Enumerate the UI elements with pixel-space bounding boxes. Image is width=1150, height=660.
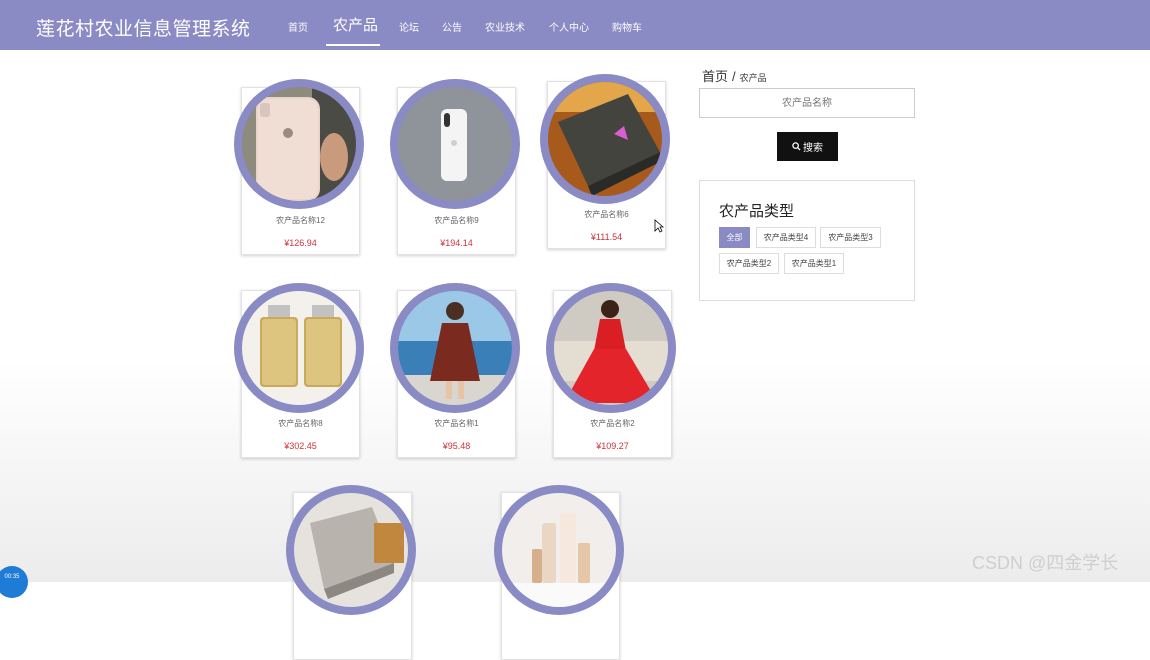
product-image-frame[interactable]	[234, 283, 364, 413]
product-image	[242, 291, 356, 405]
nav-item-announcements[interactable]: 公告	[442, 19, 462, 34]
product-price: ¥111.54	[590, 232, 623, 242]
nav-item-forum[interactable]: 论坛	[399, 19, 419, 34]
nav-item-home[interactable]: 首页	[288, 19, 308, 34]
search-input[interactable]	[699, 88, 915, 118]
product-image-frame[interactable]	[286, 485, 416, 615]
type-tag-all[interactable]: 全部	[719, 227, 750, 248]
product-image	[242, 87, 356, 201]
product-name: 农产品名称1	[434, 419, 479, 428]
product-image-frame[interactable]	[234, 79, 364, 209]
product-image	[294, 493, 408, 607]
product-price: ¥194.14	[440, 238, 473, 248]
watermark: CSDN @四金学长	[972, 553, 1119, 573]
search-button[interactable]: 搜索	[777, 132, 838, 161]
nav-item-cart[interactable]: 购物车	[612, 19, 642, 34]
app-title: 莲花村农业信息管理系统	[36, 19, 251, 40]
product-price: ¥109.27	[596, 441, 629, 451]
breadcrumb-home[interactable]: 首页	[702, 69, 728, 84]
breadcrumb: 首页 / 农产品	[702, 66, 767, 85]
product-price: ¥95.48	[442, 441, 471, 451]
top-nav: 莲花村农业信息管理系统 首页 农产品 论坛 公告 农业技术 个人中心 购物车	[0, 0, 1150, 50]
type-tag-1[interactable]: 农产品类型1	[784, 253, 844, 274]
nav-item-agri-tech[interactable]: 农业技术	[485, 19, 525, 34]
product-image	[398, 291, 512, 405]
nav-active-indicator	[326, 44, 380, 46]
product-name: 农产品名称6	[584, 210, 629, 219]
breadcrumb-current: 农产品	[739, 73, 767, 83]
product-name: 农产品名称12	[276, 216, 325, 225]
product-type-title: 农产品类型	[719, 203, 795, 220]
product-image	[502, 493, 616, 607]
nav-item-profile[interactable]: 个人中心	[549, 19, 589, 34]
recording-timer: 00:35	[0, 566, 28, 598]
product-image	[398, 87, 512, 201]
product-price: ¥302.45	[284, 441, 317, 451]
product-price: ¥126.94	[284, 238, 317, 248]
type-tag-2[interactable]: 农产品类型2	[719, 253, 779, 274]
product-name: 农产品名称2	[590, 419, 635, 428]
nav-item-products[interactable]: 农产品	[333, 14, 378, 35]
mouse-cursor-icon	[654, 219, 664, 233]
product-type-panel: 农产品类型 全部 农产品类型4 农产品类型3 农产品类型2 农产品类型1	[699, 180, 915, 301]
product-image-frame[interactable]	[390, 283, 520, 413]
product-name: 农产品名称8	[278, 419, 323, 428]
product-image	[548, 82, 662, 196]
product-image	[554, 291, 668, 405]
breadcrumb-separator: /	[732, 69, 736, 84]
product-image-frame[interactable]	[540, 74, 670, 204]
search-button-label: 搜索	[803, 143, 823, 154]
type-tag-3[interactable]: 农产品类型3	[820, 227, 881, 248]
type-tag-4[interactable]: 农产品类型4	[756, 227, 816, 248]
product-image-frame[interactable]	[390, 79, 520, 209]
search-icon	[792, 142, 801, 151]
product-name: 农产品名称9	[434, 216, 479, 225]
product-image-frame[interactable]	[494, 485, 624, 615]
product-image-frame[interactable]	[546, 283, 676, 413]
